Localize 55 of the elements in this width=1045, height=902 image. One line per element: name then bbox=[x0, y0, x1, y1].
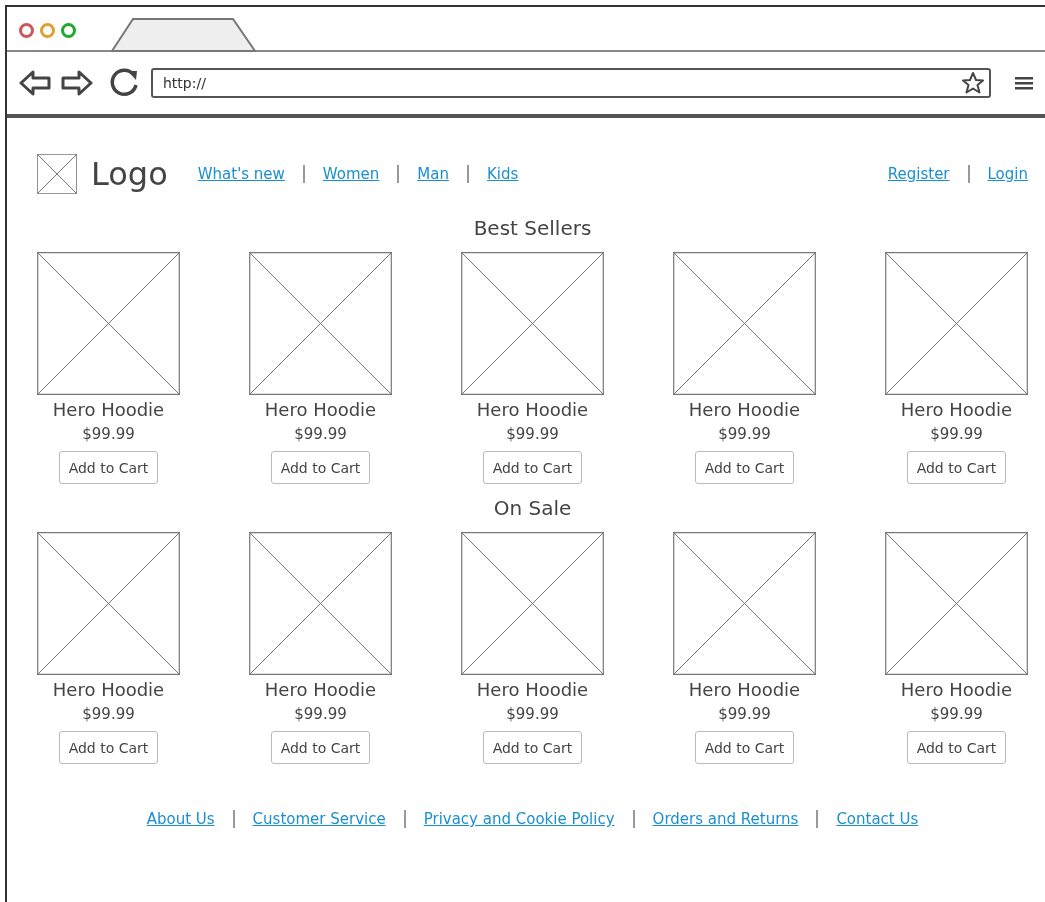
footer-link[interactable]: About Us bbox=[146, 810, 215, 828]
footer-link[interactable]: Customer Service bbox=[252, 810, 386, 828]
product-price: $99.99 bbox=[506, 425, 559, 443]
window-control[interactable] bbox=[19, 23, 34, 38]
nav-link[interactable]: Women bbox=[322, 165, 380, 183]
product-price: $99.99 bbox=[506, 705, 559, 723]
product-name: Hero Hoodie bbox=[688, 399, 801, 420]
footer-link[interactable]: Contact Us bbox=[836, 810, 919, 828]
nav-link[interactable]: Man bbox=[417, 165, 449, 183]
add-to-cart-button[interactable]: Add to Cart bbox=[270, 731, 371, 764]
nav-link[interactable]: Kids bbox=[487, 165, 519, 183]
url-text: http:// bbox=[163, 75, 207, 91]
product-price: $99.99 bbox=[718, 705, 771, 723]
logo-placeholder bbox=[37, 154, 77, 194]
product-price: $99.99 bbox=[294, 425, 347, 443]
add-to-cart-button[interactable]: Add to Cart bbox=[270, 451, 371, 484]
reload-icon[interactable] bbox=[109, 67, 141, 99]
product-name: Hero Hoodie bbox=[52, 399, 165, 420]
product-price: $99.99 bbox=[82, 705, 135, 723]
section-title: Best Sellers bbox=[472, 216, 593, 240]
product-price: $99.99 bbox=[930, 705, 983, 723]
product-name: Hero Hoodie bbox=[476, 679, 589, 700]
add-to-cart-button[interactable]: Add to Cart bbox=[906, 451, 1007, 484]
add-to-cart-button[interactable]: Add to Cart bbox=[58, 451, 159, 484]
product-name: Hero Hoodie bbox=[900, 399, 1013, 420]
logo-text: Logo bbox=[91, 155, 168, 193]
add-to-cart-button[interactable]: Add to Cart bbox=[58, 731, 159, 764]
account-link[interactable]: Login bbox=[987, 165, 1028, 183]
menu-icon[interactable] bbox=[1015, 75, 1033, 91]
address-bar[interactable]: http:// bbox=[151, 68, 991, 98]
footer-link[interactable]: Orders and Returns bbox=[652, 810, 799, 828]
product-price: $99.99 bbox=[930, 425, 983, 443]
add-to-cart-button[interactable]: Add to Cart bbox=[694, 451, 795, 484]
back-icon[interactable] bbox=[19, 70, 51, 96]
browser-tab[interactable] bbox=[111, 18, 256, 52]
product-price: $99.99 bbox=[718, 425, 771, 443]
add-to-cart-button[interactable]: Add to Cart bbox=[694, 731, 795, 764]
nav-link[interactable]: What's new bbox=[197, 165, 285, 183]
footer-link[interactable]: Privacy and Cookie Policy bbox=[423, 810, 615, 828]
add-to-cart-button[interactable]: Add to Cart bbox=[482, 731, 583, 764]
product-price: $99.99 bbox=[82, 425, 135, 443]
star-icon[interactable] bbox=[961, 71, 985, 95]
account-link[interactable]: Register bbox=[887, 165, 950, 183]
product-price: $99.99 bbox=[294, 705, 347, 723]
product-name: Hero Hoodie bbox=[264, 679, 377, 700]
product-name: Hero Hoodie bbox=[688, 679, 801, 700]
section-title: On Sale bbox=[492, 496, 573, 520]
add-to-cart-button[interactable]: Add to Cart bbox=[906, 731, 1007, 764]
product-name: Hero Hoodie bbox=[264, 399, 377, 420]
product-name: Hero Hoodie bbox=[52, 679, 165, 700]
window-control[interactable] bbox=[61, 23, 76, 38]
product-name: Hero Hoodie bbox=[900, 679, 1013, 700]
add-to-cart-button[interactable]: Add to Cart bbox=[482, 451, 583, 484]
forward-icon[interactable] bbox=[61, 70, 93, 96]
product-name: Hero Hoodie bbox=[476, 399, 589, 420]
